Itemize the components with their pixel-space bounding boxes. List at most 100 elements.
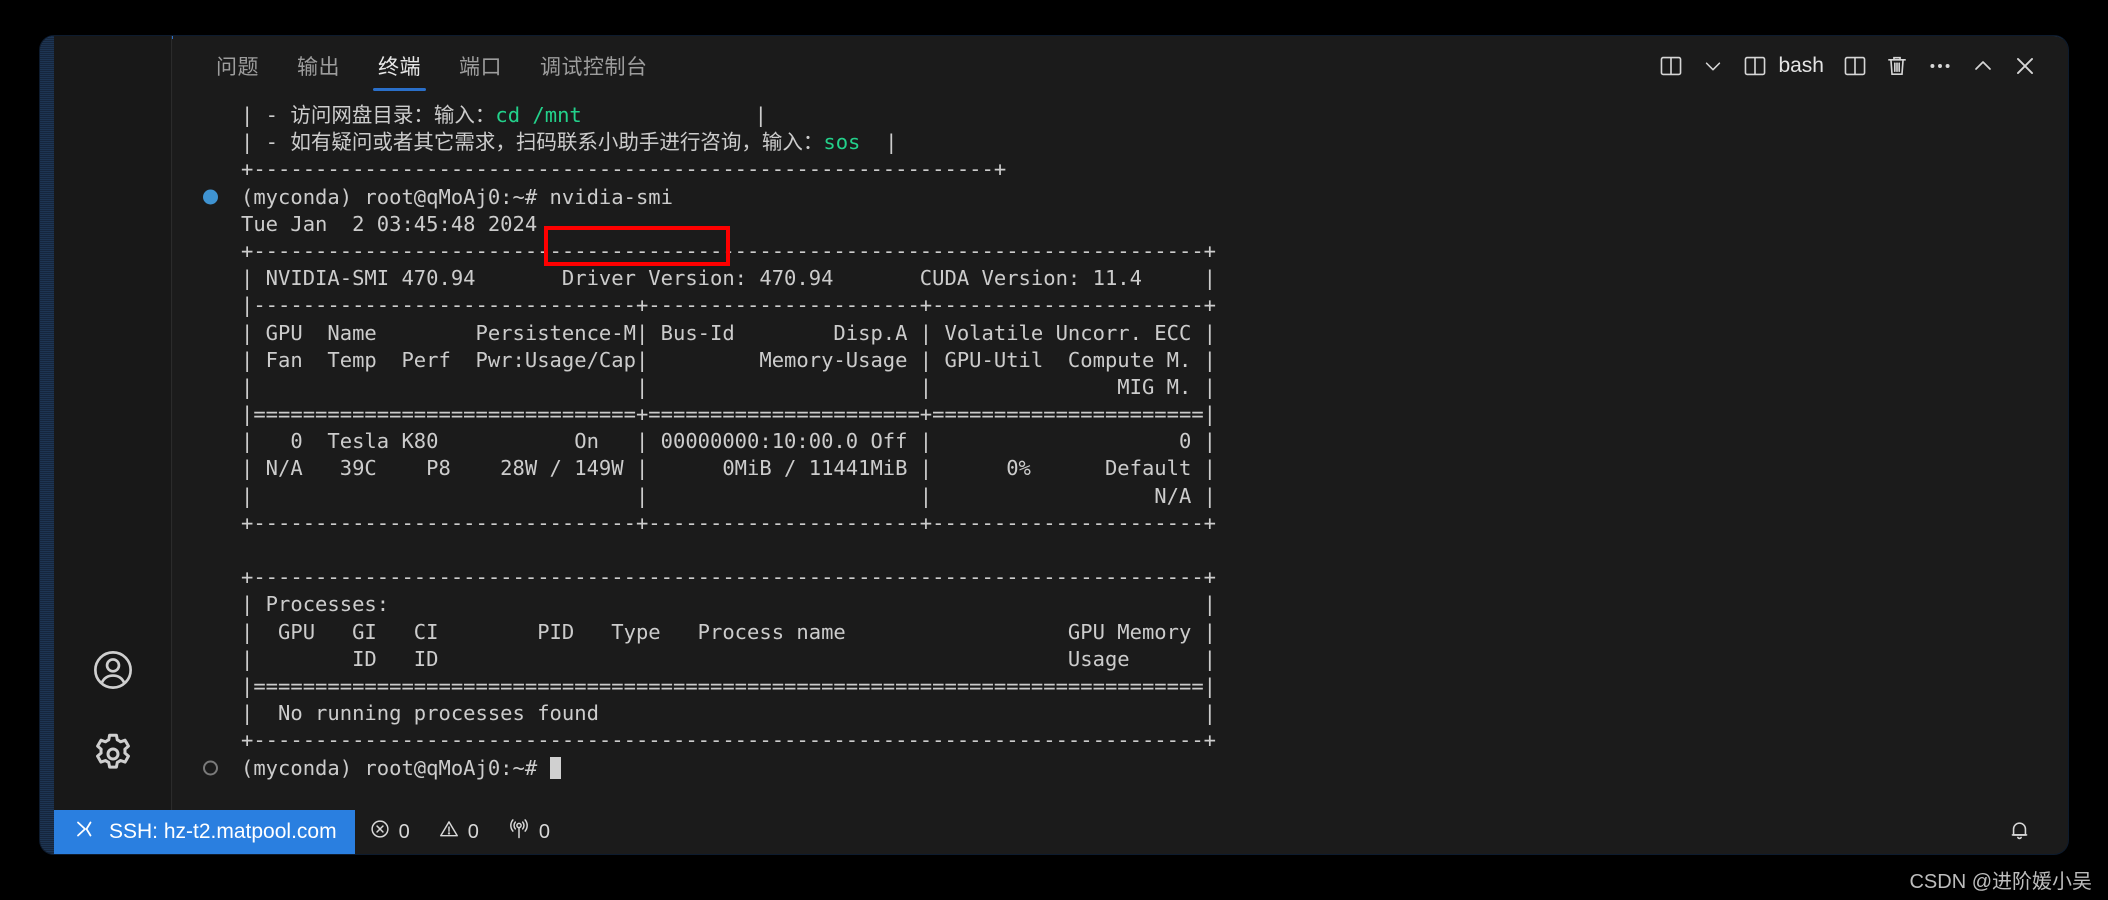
launch-profile-button[interactable] — [1650, 45, 1692, 87]
terminal-line-text: +---------------------------------------… — [241, 238, 1217, 263]
terminal-line: | | | MIG M. | — [173, 374, 2068, 401]
status-ports[interactable]: 0 — [493, 810, 564, 854]
terminal-command-token: sos — [823, 130, 861, 155]
tab-problems[interactable]: 问题 — [197, 36, 278, 96]
terminal-panel: 问题 输出 终端 端口 调试控制台 bash | - 访问网盘目录：输入：cd … — [173, 36, 2068, 810]
terminal-cursor — [549, 756, 561, 779]
terminal-line: | NVIDIA-SMI 470.94 Driver Version: 470.… — [173, 265, 2068, 292]
status-warnings[interactable]: 0 — [424, 810, 493, 854]
terminal-line: | 0 Tesla K80 On | 00000000:10:00.0 Off … — [173, 428, 2068, 455]
terminal-line: +---------------------------------------… — [173, 564, 2068, 591]
terminal-line-text: +---------------------------------------… — [241, 728, 1217, 753]
terminal-line: | N/A 39C P8 28W / 149W | 0MiB / 11441Mi… — [173, 455, 2068, 482]
close-panel-button[interactable] — [2004, 45, 2046, 87]
terminal-line-text: +---------------------------------------… — [241, 157, 1007, 182]
terminal-line: +---------------------------------------… — [173, 238, 2068, 265]
terminal-line-text: (myconda) root@qMoAj0:~# nvidia-smi — [241, 184, 673, 209]
terminal-line-text: +-------------------------------+-------… — [241, 510, 1217, 535]
terminal-line: (myconda) root@qMoAj0:~# — [173, 755, 2068, 782]
tab-debug-console[interactable]: 调试控制台 — [521, 36, 667, 96]
terminal-line: |=======================================… — [173, 673, 2068, 700]
terminal-line: (myconda) root@qMoAj0:~# nvidia-smi — [173, 184, 2068, 211]
remote-host-badge[interactable]: SSH: hz-t2.matpool.com — [54, 810, 355, 854]
terminal-line: | GPU Name Persistence-M| Bus-Id Disp.A … — [173, 320, 2068, 347]
tab-terminal[interactable]: 终端 — [359, 36, 440, 96]
tab-output[interactable]: 输出 — [278, 36, 359, 96]
terminal-line-text: | NVIDIA-SMI 470.94 Driver Version: 470.… — [241, 266, 1217, 291]
terminal-line-text: | Fan Temp Perf Pwr:Usage/Cap| Memory-Us… — [241, 347, 1217, 372]
tab-ports-label: 端口 — [459, 56, 502, 79]
remote-explorer-icon — [74, 817, 98, 847]
terminal-line: | - 访问网盘目录：输入：cd /mnt | — [173, 102, 2068, 129]
split-terminal-button[interactable] — [1834, 45, 1876, 87]
active-terminal-button[interactable]: bash — [1734, 45, 1834, 87]
terminal-line-text: | - 访问网盘目录：输入： — [241, 103, 496, 127]
terminal-line-text: | ID ID Usage | — [241, 646, 1217, 671]
screenshot-root: 问题 输出 终端 端口 调试控制台 bash | - 访问网盘目录：输入：cd … — [0, 0, 2108, 900]
trash-icon — [1884, 53, 1910, 79]
terminal-line: | No running processes found | — [173, 700, 2068, 727]
radio-tower-icon — [507, 817, 531, 847]
ports-count: 0 — [538, 820, 550, 843]
command-success-marker — [203, 189, 218, 205]
launch-profile-dropdown-button[interactable] — [1692, 45, 1734, 87]
terminal-output[interactable]: | - 访问网盘目录：输入：cd /mnt | | - 如有疑问或者其它需求，扫码… — [173, 96, 2068, 810]
terminal-line-text: | | | N/A | — [241, 483, 1217, 508]
command-prompt-marker — [203, 760, 218, 776]
bell-icon — [2007, 817, 2032, 848]
panel-header: 问题 输出 终端 端口 调试控制台 bash — [173, 36, 2068, 96]
terminal-line: | Processes: | — [173, 591, 2068, 618]
tab-output-label: 输出 — [297, 56, 340, 79]
terminal-line-text: | — [860, 130, 898, 155]
vscode-window: 问题 输出 终端 端口 调试控制台 bash | - 访问网盘目录：输入：cd … — [40, 36, 2068, 854]
terminal-line: +-------------------------------+-------… — [173, 510, 2068, 537]
terminal-line-text: +---------------------------------------… — [241, 565, 1217, 590]
terminal-line: +---------------------------------------… — [173, 156, 2068, 183]
warnings-count: 0 — [467, 820, 479, 843]
ellipsis-icon — [1926, 52, 1954, 80]
terminal-line: | ID ID Usage | — [173, 646, 2068, 673]
kill-terminal-button[interactable] — [1876, 45, 1918, 87]
terminal-line: | Fan Temp Perf Pwr:Usage/Cap| Memory-Us… — [173, 347, 2068, 374]
maximize-panel-button[interactable] — [1962, 45, 2004, 87]
terminal-line-text: |===============================+=======… — [241, 402, 1217, 427]
terminal-line: +---------------------------------------… — [173, 727, 2068, 754]
status-bar-right-group — [1993, 810, 2068, 854]
terminal-line: | - 如有疑问或者其它需求，扫码联系小助手进行咨询，输入：sos | — [173, 129, 2068, 156]
terminal-line-text: | 0 Tesla K80 On | 00000000:10:00.0 Off … — [241, 429, 1217, 454]
panel-more-actions-button[interactable] — [1918, 45, 1962, 87]
terminal-split-icon — [1742, 53, 1768, 79]
activity-bar — [54, 36, 172, 854]
tab-terminal-label: 终端 — [378, 56, 421, 79]
terminal-line-text: | - 如有疑问或者其它需求，扫码联系小助手进行咨询，输入： — [241, 130, 824, 155]
terminal-line-text: | — [581, 103, 767, 127]
account-icon[interactable] — [54, 628, 171, 712]
split-editor-icon — [1658, 53, 1684, 79]
activity-bar-bottom-group — [54, 628, 171, 796]
csdn-watermark: CSDN @进阶媛小吴 — [1909, 871, 2092, 893]
terminal-line-text: Tue Jan 2 03:45:48 2024 — [241, 211, 538, 236]
panel-header-actions: bash — [1650, 36, 2046, 96]
terminal-command-token: cd /mnt — [495, 103, 582, 127]
window-left-edge — [40, 36, 54, 854]
terminal-line-text: |-------------------------------+-------… — [241, 293, 1217, 318]
chevron-up-icon — [1971, 54, 1995, 78]
status-bar: SSH: hz-t2.matpool.com 0 0 0 — [54, 810, 2068, 854]
errors-count: 0 — [398, 820, 410, 843]
terminal-line-text: |=======================================… — [241, 673, 1217, 698]
panel-tabs: 问题 输出 终端 端口 调试控制台 — [197, 36, 667, 96]
status-errors[interactable]: 0 — [355, 810, 424, 854]
close-icon — [2012, 53, 2038, 79]
terminal-line-text: | No running processes found | — [241, 701, 1217, 726]
terminal-line: | | | N/A | — [173, 483, 2068, 510]
notifications-bell[interactable] — [1993, 810, 2046, 854]
chevron-down-icon — [1702, 55, 1724, 77]
error-circle-icon — [369, 818, 391, 846]
tab-ports[interactable]: 端口 — [440, 36, 521, 96]
settings-gear-icon[interactable] — [54, 712, 171, 796]
terminal-line-text: | N/A 39C P8 28W / 149W | 0MiB / 11441Mi… — [241, 456, 1217, 481]
split-terminal-icon — [1842, 53, 1868, 79]
terminal-line: |-------------------------------+-------… — [173, 292, 2068, 319]
tab-problems-label: 问题 — [216, 56, 259, 79]
